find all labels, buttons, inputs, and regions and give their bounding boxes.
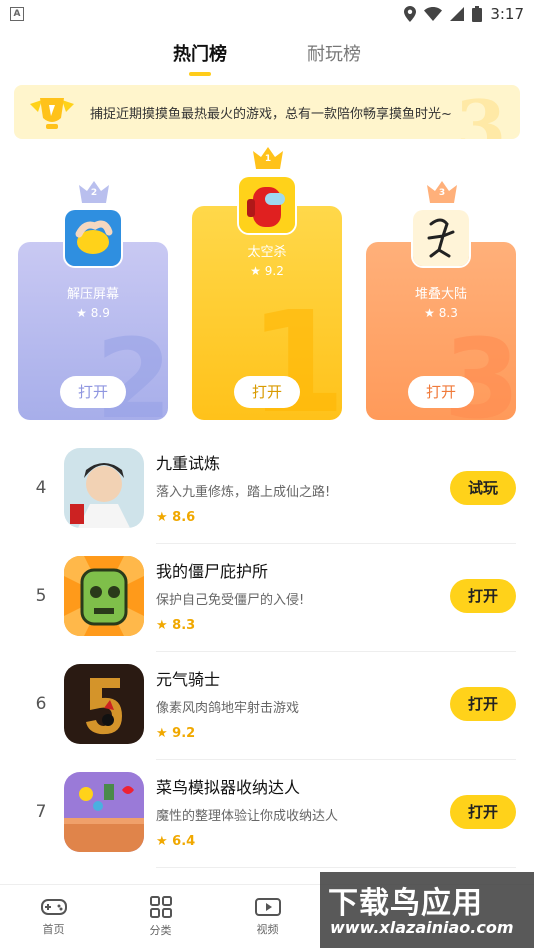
podium-open-button-rank-3[interactable]: 打开 [408, 376, 474, 408]
game-name: 九重试炼 [156, 454, 221, 473]
banner-decoration: 3 [455, 85, 506, 140]
divider [156, 867, 516, 868]
tab-hot[interactable]: 热门榜 [173, 40, 227, 76]
signal-icon [450, 7, 465, 21]
game-name: 我的僵尸庇护所 [156, 562, 269, 581]
podium-game-name: 太空杀 [247, 245, 287, 260]
top-three-podium: 2 1 3 2 1 3 解压屏幕 ★ 8.9 打开 太空杀 ★ 9.2 打开 堆… [0, 140, 534, 430]
crown-rank: 3 [438, 188, 446, 198]
bronze-crown-icon: 3 [427, 179, 457, 203]
gold-crown-icon: 1 [253, 145, 283, 169]
game-rating: ★ 8.3 [156, 618, 196, 633]
among-us-app-icon[interactable] [237, 175, 297, 235]
list-rank: 4 [35, 478, 47, 498]
podium-open-button-rank-2[interactable]: 打开 [60, 376, 126, 408]
try-play-button[interactable]: 试玩 [450, 471, 516, 505]
crown-rank: 2 [90, 188, 98, 198]
ranking-tabs: 热门榜 耐玩榜 [0, 40, 534, 76]
clock-time: 3:17 [490, 5, 524, 23]
banner-text: 捕捉近期摸摸鱼最热最火的游戏，总有一款陪你畅享摸鱼时光~ [90, 106, 452, 122]
list-rank: 5 [35, 586, 47, 606]
status-bar: A 3:17 [0, 0, 534, 28]
stacking-land-app-icon[interactable] [411, 208, 471, 268]
podium-game-rating: ★ 9.2 [250, 264, 284, 278]
game-rating: ★ 9.2 [156, 726, 196, 741]
nav-home[interactable]: 首页 [0, 885, 107, 948]
open-button[interactable]: 打开 [450, 687, 516, 721]
site-watermark: 下载鸟应用 www.xlazainiao.com [320, 872, 534, 948]
ranking-banner: 3 捕捉近期摸摸鱼最热最火的游戏，总有一款陪你畅享摸鱼时光~ [14, 85, 520, 139]
podium-game-rating: ★ 8.9 [76, 306, 110, 320]
nav-category-label: 分类 [149, 923, 172, 937]
list-rank: 6 [35, 694, 47, 714]
soul-knight-app-icon[interactable] [64, 664, 144, 744]
game-name: 菜鸟模拟器收纳达人 [156, 778, 301, 797]
storage-simulator-app-icon[interactable] [64, 772, 144, 852]
watermark-url: www.xlazainiao.com [330, 918, 514, 937]
list-item[interactable]: 6 元气骑士 像素风肉鸽地牢射击游戏 ★ 9.2 打开 [0, 652, 534, 760]
nav-category[interactable]: 分类 [107, 885, 214, 948]
stress-ball-app-icon[interactable] [63, 208, 123, 268]
podium-game-rating: ★ 8.3 [424, 306, 458, 320]
game-description: 像素风肉鸽地牢射击游戏 [156, 701, 300, 716]
podium-game-name: 解压屏幕 [66, 287, 119, 302]
game-description: 魔性的整理体验让你成收纳达人 [156, 809, 339, 824]
zombie-shelter-app-icon[interactable] [64, 556, 144, 636]
tab-hot-label: 热门榜 [173, 44, 227, 65]
game-description: 落入九重修炼，踏上成仙之路! [156, 485, 331, 500]
game-description: 保护自己免受僵尸的入侵! [156, 593, 305, 608]
podium-game-name: 堆叠大陆 [414, 287, 467, 302]
watermark-title: 下载鸟应用 [328, 886, 483, 921]
game-rating: ★ 8.6 [156, 510, 196, 525]
nav-home-label: 首页 [42, 922, 65, 936]
podium-open-button-rank-1[interactable]: 打开 [234, 376, 300, 408]
active-tab-indicator [189, 72, 211, 76]
open-button[interactable]: 打开 [450, 795, 516, 829]
tab-durable[interactable]: 耐玩榜 [307, 40, 361, 76]
nav-video-label: 视频 [256, 922, 279, 936]
crown-rank: 1 [264, 154, 272, 164]
battery-icon [472, 6, 483, 22]
location-icon [404, 6, 417, 22]
wifi-icon [424, 7, 443, 21]
open-button[interactable]: 打开 [450, 579, 516, 613]
nine-trials-app-icon[interactable] [64, 448, 144, 528]
trophy-badge-icon [30, 98, 74, 129]
gamepad-icon [40, 898, 67, 915]
ranking-list: 4 九重试炼 落入九重修炼，踏上成仙之路! ★ 8.6 试玩 5 我的僵尸庇护所… [0, 436, 534, 868]
list-item[interactable]: 5 我的僵尸庇护所 保护自己免受僵尸的入侵! ★ 8.3 打开 [0, 544, 534, 652]
video-icon [254, 897, 281, 916]
list-rank: 7 [35, 802, 47, 822]
nav-video[interactable]: 视频 [214, 885, 321, 948]
game-name: 元气骑士 [156, 670, 221, 689]
list-item[interactable]: 4 九重试炼 落入九重修炼，踏上成仙之路! ★ 8.6 试玩 [0, 436, 534, 544]
silver-crown-icon: 2 [79, 179, 109, 203]
grid-icon [149, 895, 172, 918]
game-rating: ★ 6.4 [156, 834, 196, 849]
tab-durable-label: 耐玩榜 [307, 44, 361, 65]
notification-app-icon: A [10, 7, 24, 21]
list-item[interactable]: 7 菜鸟模拟器收纳达人 魔性的整理体验让你成收纳达人 ★ 6.4 打开 [0, 760, 534, 868]
